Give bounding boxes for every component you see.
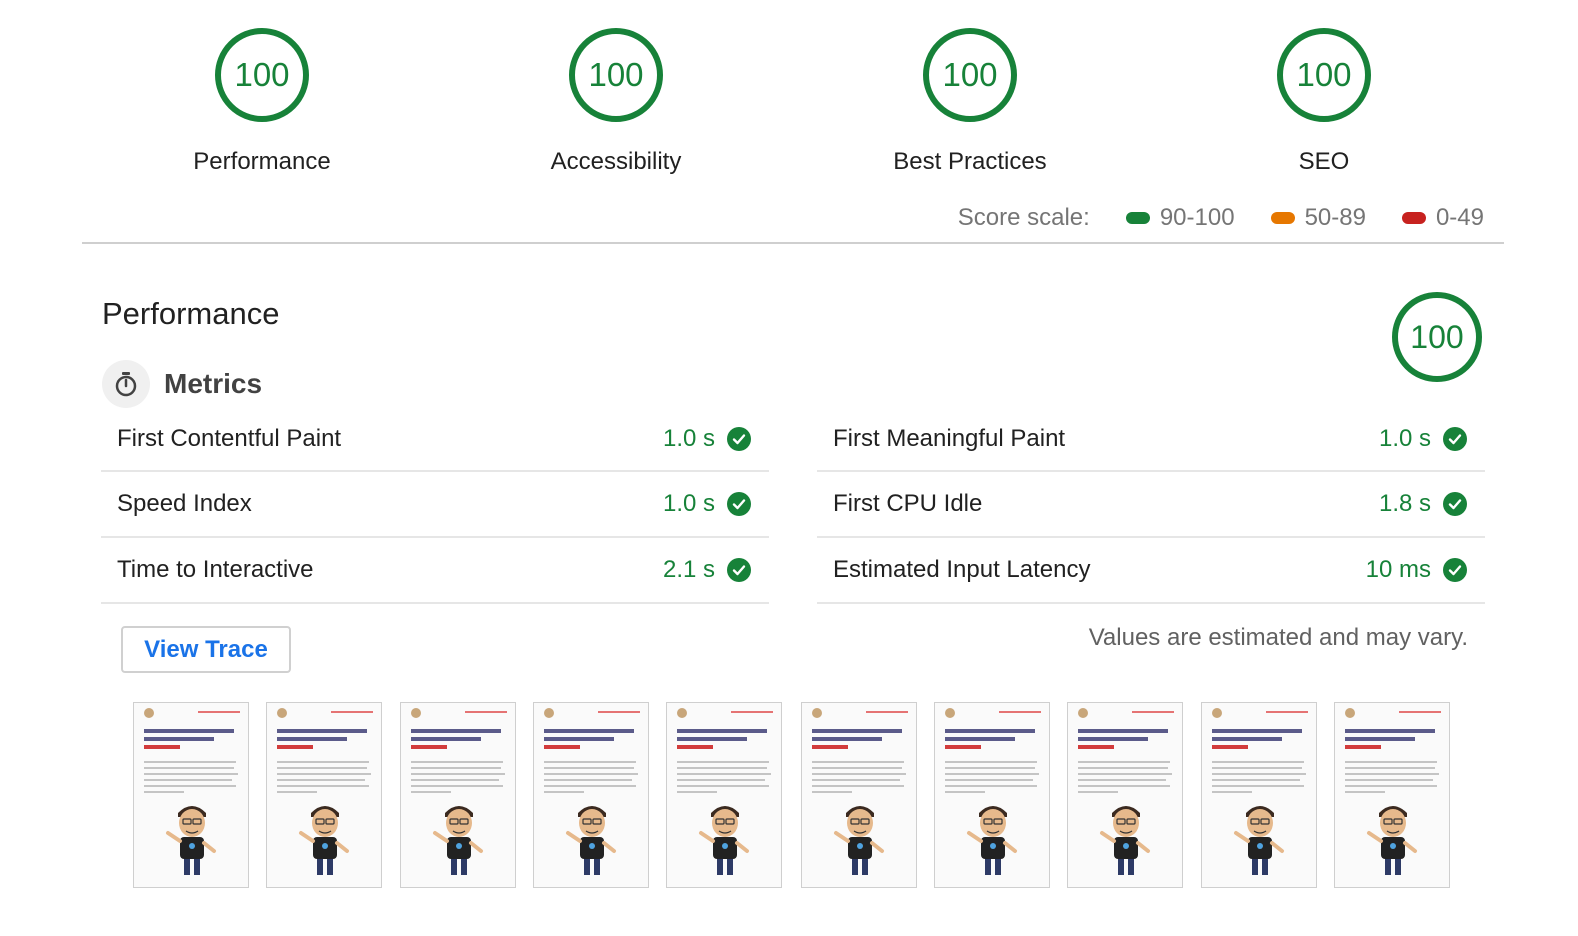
filmstrip [0,702,1578,890]
check-icon [727,492,751,516]
metrics-title: Metrics [164,368,263,399]
section-divider [82,242,1504,244]
scale-range-label: 0-49 [1435,204,1484,231]
metrics-column-right: First Meaningful Paint 1.0 s First CPU I… [817,408,1485,604]
metric-row: Speed Index 1.0 s [101,472,769,538]
gauge-label: Best Practices [893,148,1047,175]
metric-label: First Meaningful Paint [833,425,1066,452]
metric-label: First Contentful Paint [117,425,342,452]
gauge-ring: 100 [569,28,663,122]
scale-range-pass: 90-100 [1125,204,1235,232]
filmstrip-frame [133,702,249,888]
filmstrip-frame [801,702,917,888]
scale-range-label: 50-89 [1304,204,1366,231]
metric-value: 1.0 s [1378,425,1431,452]
metric-value: 1.0 s [662,425,715,452]
section-title: Performance [102,296,280,331]
gauge-ring: 100 [1277,28,1371,122]
metrics-header: Metrics [102,360,262,408]
gauge-ring: 100 [923,28,1017,122]
score-scale-legend: Score scale: 90-100 50-89 0-49 [958,200,1484,236]
metrics-column-left: First Contentful Paint 1.0 s Speed Index… [101,408,769,604]
metric-label: Speed Index [117,490,252,517]
filmstrip-frame [400,702,516,888]
metric-label: First CPU Idle [833,490,983,517]
gauge-label: SEO [1298,148,1350,175]
metric-row: First CPU Idle 1.8 s [817,472,1485,538]
gauge-seo[interactable]: 100 SEO [1214,28,1434,176]
scale-range-average: 50-89 [1270,204,1366,232]
check-icon [727,558,751,582]
metric-value: 2.1 s [662,556,715,583]
scale-range-label: 90-100 [1159,204,1235,231]
gauge-label: Accessibility [550,148,682,175]
scale-range-fail: 0-49 [1401,204,1484,232]
check-icon [1443,427,1467,451]
stopwatch-icon [102,360,150,408]
metric-row: Time to Interactive 2.1 s [101,538,769,604]
filmstrip-frame [1334,702,1450,888]
gauge-label: Performance [193,148,331,175]
metric-row: First Meaningful Paint 1.0 s [817,408,1485,472]
filmstrip-frame [533,702,649,888]
filmstrip-frame [934,702,1050,888]
gauge-ring: 100 [215,28,309,122]
pass-pill-icon [1125,212,1150,224]
section-score-gauge: 100 [1392,292,1482,382]
filmstrip-frame [1201,702,1317,888]
gauge-performance[interactable]: 100 Performance [152,28,372,176]
gauge-accessibility[interactable]: 100 Accessibility [506,28,726,176]
estimate-disclaimer: Values are estimated and may vary. [1088,624,1468,651]
average-pill-icon [1270,212,1295,224]
check-icon [1443,558,1467,582]
metric-value: 1.0 s [662,490,715,517]
check-icon [1443,492,1467,516]
metric-row: First Contentful Paint 1.0 s [101,408,769,472]
check-icon [727,427,751,451]
score-scale-label: Score scale: [957,204,1090,231]
metric-value: 10 ms [1365,556,1431,583]
metric-label: Estimated Input Latency [833,556,1091,583]
metric-label: Time to Interactive [117,556,314,583]
metric-value: 1.8 s [1378,490,1431,517]
filmstrip-frame [1067,702,1183,888]
filmstrip-frame [666,702,782,888]
metric-row: Estimated Input Latency 10 ms [817,538,1485,604]
view-trace-button[interactable]: View Trace [121,626,291,673]
fail-pill-icon [1401,212,1426,224]
category-gauges: 100 Performance 100 Accessibility 100 Be… [0,28,1578,178]
gauge-best-practices[interactable]: 100 Best Practices [860,28,1080,176]
filmstrip-frame [266,702,382,888]
